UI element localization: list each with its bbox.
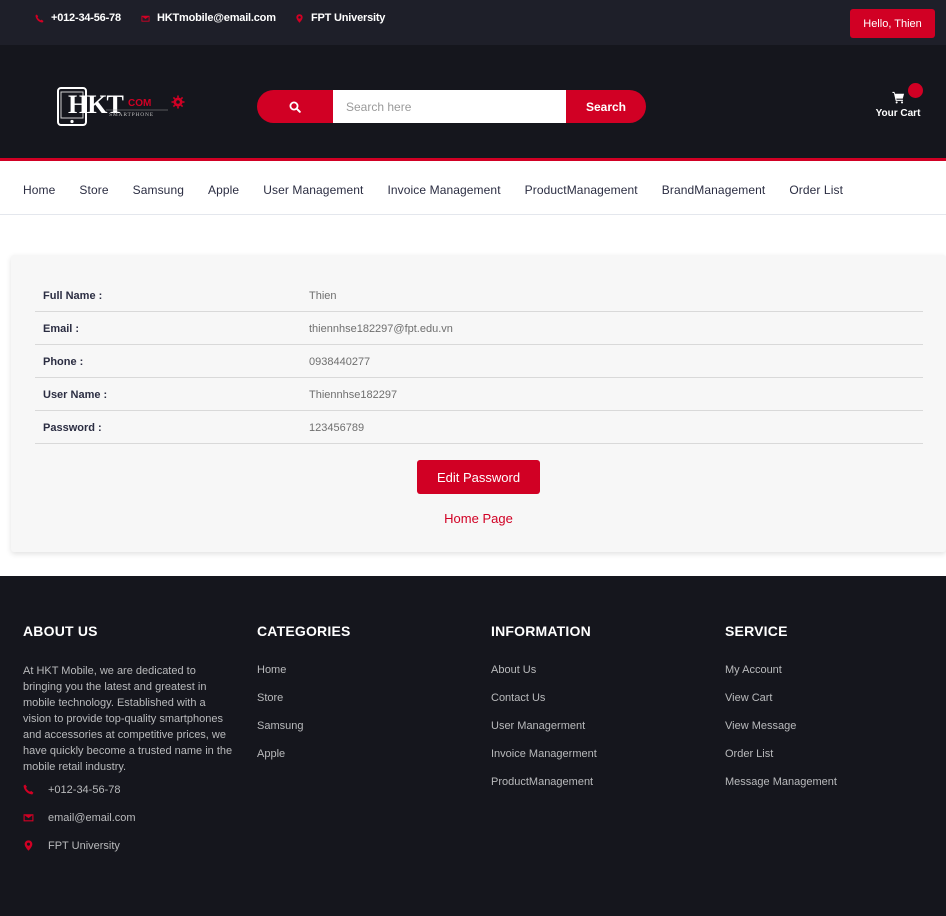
- footer-service: SERVICE My Account View Cart View Messag…: [725, 623, 837, 803]
- footer-category-link[interactable]: Store: [257, 691, 351, 719]
- nav-item-user-management[interactable]: User Management: [263, 183, 363, 197]
- profile-label: Phone :: [43, 356, 84, 368]
- profile-row-password: Password : 123456789: [35, 411, 923, 444]
- topbar-location-text: FPT University: [311, 12, 386, 24]
- profile-value: Thien: [309, 290, 337, 302]
- footer-contact-phone-text: +012-34-56-78: [48, 784, 121, 796]
- topbar-location[interactable]: FPT University: [295, 12, 385, 24]
- top-bar: +012-34-56-78 HKTmobile@email.com FPT Un…: [0, 0, 946, 45]
- phone-icon: [23, 784, 34, 795]
- envelope-icon: [141, 15, 150, 22]
- main-navigation: Home Store Samsung Apple User Management…: [0, 164, 946, 215]
- footer-information-link[interactable]: About Us: [491, 663, 597, 691]
- footer-information-link[interactable]: Invoice Managerment: [491, 747, 597, 775]
- cart-label: Your Cart: [875, 108, 921, 119]
- footer-information-link[interactable]: User Managerment: [491, 719, 597, 747]
- footer-category-link[interactable]: Home: [257, 663, 351, 691]
- profile-value: 123456789: [309, 422, 365, 434]
- profile-row-phone: Phone : 0938440277: [35, 345, 923, 378]
- profile-row-user-name: User Name : Thiennhse182297: [35, 378, 923, 411]
- profile-label: Password :: [43, 422, 102, 434]
- nav-item-product-management[interactable]: ProductManagement: [525, 183, 638, 197]
- profile-value: thiennhse182297@fpt.edu.vn: [309, 323, 453, 335]
- topbar-email-text: HKTmobile@email.com: [157, 12, 276, 24]
- footer-service-link[interactable]: Message Management: [725, 775, 837, 803]
- footer-service-link[interactable]: My Account: [725, 663, 837, 691]
- nav-item-invoice-management[interactable]: Invoice Management: [387, 183, 500, 197]
- nav-item-samsung[interactable]: Samsung: [133, 183, 184, 197]
- profile-label: Full Name :: [43, 290, 103, 302]
- footer-information: INFORMATION About Us Contact Us User Man…: [491, 623, 597, 803]
- footer: ABOUT US At HKT Mobile, we are dedicated…: [0, 576, 946, 916]
- phone-icon: [35, 13, 44, 23]
- footer-contact-list: +012-34-56-78 email@email.com FPT Univer…: [23, 783, 233, 867]
- nav-item-apple[interactable]: Apple: [208, 183, 239, 197]
- user-greeting-button[interactable]: Hello, Thien: [850, 9, 935, 38]
- search-bar: Search: [257, 90, 646, 123]
- footer-categories: CATEGORIES Home Store Samsung Apple: [257, 623, 351, 775]
- topbar-email[interactable]: HKTmobile@email.com: [141, 12, 276, 24]
- shopping-cart-icon: [891, 91, 904, 104]
- search-button[interactable]: Search: [566, 90, 646, 123]
- footer-service-link[interactable]: View Cart: [725, 691, 837, 719]
- svg-text:COM: COM: [128, 98, 151, 109]
- svg-text:SMARTPHONE: SMARTPHONE: [109, 112, 154, 118]
- footer-service-title: SERVICE: [725, 623, 788, 639]
- edit-password-button[interactable]: Edit Password: [417, 460, 540, 494]
- footer-contact-location[interactable]: FPT University: [23, 839, 233, 867]
- footer-about: ABOUT US At HKT Mobile, we are dedicated…: [23, 623, 233, 867]
- search-icon: [289, 101, 301, 113]
- footer-contact-phone[interactable]: +012-34-56-78: [23, 783, 233, 811]
- footer-information-link[interactable]: ProductManagement: [491, 775, 597, 803]
- profile-row-full-name: Full Name : Thien: [35, 279, 923, 312]
- map-marker-icon: [296, 13, 303, 23]
- footer-contact-email-text: email@email.com: [48, 812, 136, 824]
- footer-contact-location-text: FPT University: [48, 840, 120, 852]
- nav-item-brand-management[interactable]: BrandManagement: [662, 183, 766, 197]
- envelope-icon: [23, 814, 34, 822]
- footer-about-title: ABOUT US: [23, 623, 98, 639]
- footer-information-link[interactable]: Contact Us: [491, 691, 597, 719]
- profile-row-email: Email : thiennhse182297@fpt.edu.vn: [35, 312, 923, 345]
- nav-item-order-list[interactable]: Order List: [789, 183, 843, 197]
- footer-about-text: At HKT Mobile, we are dedicated to bring…: [23, 665, 233, 773]
- footer-contact-email[interactable]: email@email.com: [23, 811, 233, 839]
- header: HKT COM SMARTPHONE Search Your Cart: [0, 45, 946, 161]
- profile-value: 0938440277: [309, 356, 371, 368]
- nav-item-home[interactable]: Home: [23, 183, 55, 197]
- map-marker-icon: [24, 840, 33, 851]
- profile-card: Full Name : Thien Email : thiennhse18229…: [11, 255, 946, 552]
- footer-category-link[interactable]: Samsung: [257, 719, 351, 747]
- footer-categories-title: CATEGORIES: [257, 623, 351, 639]
- search-icon-button[interactable]: [257, 90, 333, 123]
- topbar-phone[interactable]: +012-34-56-78: [35, 12, 121, 24]
- nav-item-store[interactable]: Store: [79, 183, 108, 197]
- profile-label: User Name :: [43, 389, 108, 401]
- footer-category-link[interactable]: Apple: [257, 747, 351, 775]
- topbar-phone-text: +012-34-56-78: [51, 12, 121, 24]
- cart-count-badge: [908, 83, 923, 98]
- footer-information-title: INFORMATION: [491, 623, 591, 639]
- footer-service-link[interactable]: Order List: [725, 747, 837, 775]
- hkt-logo[interactable]: HKT COM SMARTPHONE: [56, 85, 188, 127]
- search-input[interactable]: [333, 90, 566, 123]
- footer-service-link[interactable]: View Message: [725, 719, 837, 747]
- cart-link[interactable]: Your Cart: [868, 83, 928, 123]
- profile-value: Thiennhse182297: [309, 389, 398, 401]
- home-page-link[interactable]: Home Page: [11, 511, 946, 526]
- profile-label: Email :: [43, 323, 80, 335]
